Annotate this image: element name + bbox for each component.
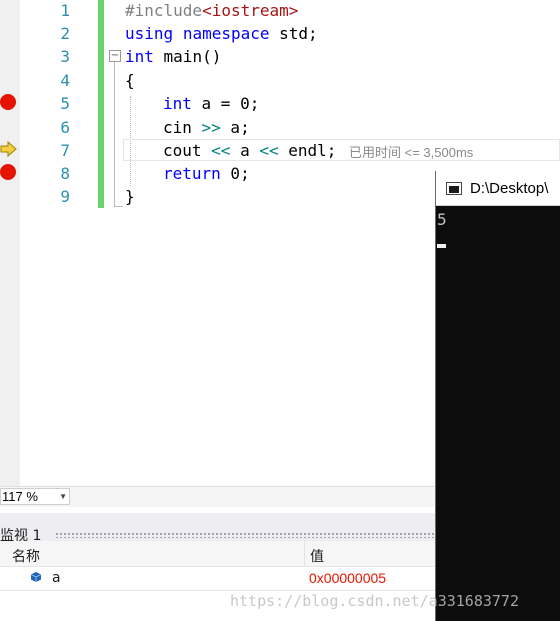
line-number: 8 [60, 164, 70, 183]
console-cursor [437, 244, 446, 248]
watch-column-header: 名称 值 [0, 541, 440, 567]
console-title: D:\Desktop\ [470, 180, 549, 197]
zoom-value: 117 % [2, 489, 38, 504]
variable-value[interactable]: 0x00000005 [309, 570, 386, 586]
line-number: 4 [60, 71, 70, 90]
code-text: main() [153, 47, 222, 66]
outline-bracket [114, 62, 123, 207]
code-text: } [125, 187, 135, 206]
console-output: 5 [437, 210, 447, 229]
code-line-7[interactable]: cout << a << endl; [163, 141, 336, 160]
code-line-8[interactable]: return 0; [163, 164, 250, 183]
code-text: a = 0; [191, 94, 260, 113]
console-icon [446, 182, 462, 195]
console-title-bar[interactable]: D:\Desktop\ [436, 171, 560, 206]
code-line-6[interactable]: cin >> a; [163, 118, 250, 137]
breakpoint-icon[interactable] [0, 94, 16, 110]
code-line-9[interactable]: } [125, 187, 135, 206]
column-header-value[interactable]: 值 [310, 546, 324, 566]
watermark: https://blog.csdn.net/a331683772 [230, 592, 519, 610]
variable-icon [30, 572, 42, 582]
line-number: 1 [60, 1, 70, 20]
code-line-1[interactable]: #include<iostream> [125, 1, 298, 20]
variable-name: a [52, 570, 61, 586]
code-text: { [125, 71, 135, 90]
watch-row[interactable]: a 0x00000005 [0, 567, 440, 589]
breakpoint-icon[interactable] [0, 164, 16, 180]
drag-grip[interactable] [55, 532, 435, 538]
code-text: cout [163, 141, 212, 160]
line-number: 9 [60, 187, 70, 206]
divider [0, 590, 440, 591]
operator: >> [201, 118, 221, 137]
perf-tip[interactable]: 已用时间 <= 3,500ms [349, 142, 473, 161]
code-line-5[interactable]: int a = 0; [163, 94, 259, 113]
code-text: a; [220, 118, 250, 137]
instruction-pointer-icon [0, 140, 18, 158]
code-line-3[interactable]: int main() [125, 47, 221, 66]
dropdown-arrow-icon[interactable]: ▼ [59, 489, 67, 504]
line-number: 6 [60, 118, 70, 137]
keyword: return [163, 164, 221, 183]
code-line-2[interactable]: using namespace std; [125, 24, 318, 43]
zoom-combobox[interactable]: 117 % ▼ [0, 488, 70, 505]
line-number: 7 [60, 141, 70, 160]
code-line-4[interactable]: { [125, 71, 135, 90]
change-tracking-bar [98, 0, 104, 208]
keyword: int [125, 47, 154, 66]
keyword: using [125, 24, 174, 43]
console-window[interactable]: D:\Desktop\ 5 [435, 171, 560, 621]
code-text: cin [163, 118, 202, 137]
operator: << [211, 141, 231, 160]
code-text: 0; [220, 164, 250, 183]
code-text: endl; [278, 141, 337, 160]
column-header-name[interactable]: 名称 [12, 546, 40, 566]
glyph-margin[interactable] [0, 0, 20, 486]
line-number: 5 [60, 94, 70, 113]
keyword: namespace [182, 24, 270, 43]
operator: << [259, 141, 279, 160]
code-text: std; [269, 24, 318, 43]
keyword: int [163, 94, 192, 113]
line-number: 3 [60, 47, 70, 66]
collapse-toggle[interactable]: − [109, 50, 121, 62]
line-number: 2 [60, 24, 70, 43]
column-divider[interactable] [304, 541, 305, 566]
preprocessor-directive: #include [125, 1, 203, 20]
code-text: a [230, 141, 260, 160]
include-file: <iostream> [202, 1, 299, 20]
